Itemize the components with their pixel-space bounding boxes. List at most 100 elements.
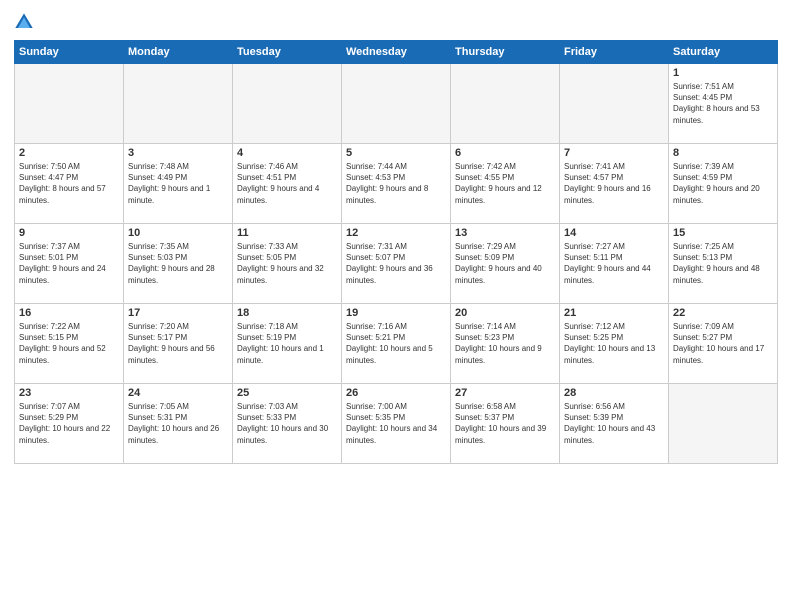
calendar-cell xyxy=(560,64,669,144)
day-number: 28 xyxy=(564,387,664,399)
calendar-cell: 11 Sunrise: 7:33 AMSunset: 5:05 PMDayligh… xyxy=(233,224,342,304)
day-info: Sunrise: 7:14 AMSunset: 5:23 PMDaylight:… xyxy=(455,322,542,365)
day-info: Sunrise: 7:03 AMSunset: 5:33 PMDaylight:… xyxy=(237,402,328,445)
page: SundayMondayTuesdayWednesdayThursdayFrid… xyxy=(0,0,792,612)
weekday-header-tuesday: Tuesday xyxy=(233,41,342,64)
day-info: Sunrise: 7:22 AMSunset: 5:15 PMDaylight:… xyxy=(19,322,106,365)
day-info: Sunrise: 7:18 AMSunset: 5:19 PMDaylight:… xyxy=(237,322,324,365)
day-info: Sunrise: 7:50 AMSunset: 4:47 PMDaylight:… xyxy=(19,162,106,205)
header xyxy=(14,12,778,32)
day-number: 18 xyxy=(237,307,337,319)
day-info: Sunrise: 7:07 AMSunset: 5:29 PMDaylight:… xyxy=(19,402,110,445)
day-info: Sunrise: 7:35 AMSunset: 5:03 PMDaylight:… xyxy=(128,242,215,285)
day-info: Sunrise: 7:29 AMSunset: 5:09 PMDaylight:… xyxy=(455,242,542,285)
calendar-cell xyxy=(233,64,342,144)
weekday-header-sunday: Sunday xyxy=(15,41,124,64)
day-info: Sunrise: 7:20 AMSunset: 5:17 PMDaylight:… xyxy=(128,322,215,365)
day-number: 20 xyxy=(455,307,555,319)
calendar-cell: 16Sunrise: 7:22 AMSunset: 5:15 PMDayligh… xyxy=(15,304,124,384)
day-number: 24 xyxy=(128,387,228,399)
day-info: Sunrise: 7:05 AMSunset: 5:31 PMDaylight:… xyxy=(128,402,219,445)
day-info: Sunrise: 7:12 AMSunset: 5:25 PMDaylight:… xyxy=(564,322,655,365)
calendar-cell: 2 Sunrise: 7:50 AMSunset: 4:47 PMDaylight… xyxy=(15,144,124,224)
calendar-cell xyxy=(669,384,778,464)
day-number: 14 xyxy=(564,227,664,239)
day-number: 9 xyxy=(19,227,119,239)
day-info: Sunrise: 7:41 AMSunset: 4:57 PMDaylight:… xyxy=(564,162,651,205)
day-info: Sunrise: 7:00 AMSunset: 5:35 PMDaylight:… xyxy=(346,402,437,445)
calendar-cell: 13 Sunrise: 7:29 AMSunset: 5:09 PMDayligh… xyxy=(451,224,560,304)
day-info: Sunrise: 7:51 AMSunset: 4:45 PMDaylight:… xyxy=(673,82,760,125)
day-number: 27 xyxy=(455,387,555,399)
calendar-cell: 20 Sunrise: 7:14 AMSunset: 5:23 PMDayligh… xyxy=(451,304,560,384)
calendar-cell: 21 Sunrise: 7:12 AMSunset: 5:25 PMDayligh… xyxy=(560,304,669,384)
calendar-cell: 25 Sunrise: 7:03 AMSunset: 5:33 PMDayligh… xyxy=(233,384,342,464)
week-row-2: 2 Sunrise: 7:50 AMSunset: 4:47 PMDaylight… xyxy=(15,144,778,224)
logo xyxy=(14,12,37,32)
day-info: Sunrise: 7:25 AMSunset: 5:13 PMDaylight:… xyxy=(673,242,760,285)
week-row-1: 1 Sunrise: 7:51 AMSunset: 4:45 PMDaylight… xyxy=(15,64,778,144)
day-info: Sunrise: 7:44 AMSunset: 4:53 PMDaylight:… xyxy=(346,162,428,205)
calendar-cell: 26 Sunrise: 7:00 AMSunset: 5:35 PMDayligh… xyxy=(342,384,451,464)
day-number: 19 xyxy=(346,307,446,319)
day-info: Sunrise: 6:56 AMSunset: 5:39 PMDaylight:… xyxy=(564,402,655,445)
day-number: 11 xyxy=(237,227,337,239)
calendar: SundayMondayTuesdayWednesdayThursdayFrid… xyxy=(14,40,778,464)
day-number: 7 xyxy=(564,147,664,159)
calendar-cell xyxy=(451,64,560,144)
calendar-cell: 17Sunrise: 7:20 AMSunset: 5:17 PMDayligh… xyxy=(124,304,233,384)
day-number: 15 xyxy=(673,227,773,239)
weekday-header-thursday: Thursday xyxy=(451,41,560,64)
day-info: Sunrise: 7:09 AMSunset: 5:27 PMDaylight:… xyxy=(673,322,764,365)
calendar-cell: 28 Sunrise: 6:56 AMSunset: 5:39 PMDayligh… xyxy=(560,384,669,464)
day-number: 3 xyxy=(128,147,228,159)
day-info: Sunrise: 6:58 AMSunset: 5:37 PMDaylight:… xyxy=(455,402,546,445)
day-number: 2 xyxy=(19,147,119,159)
logo-icon xyxy=(14,12,34,32)
day-info: Sunrise: 7:33 AMSunset: 5:05 PMDaylight:… xyxy=(237,242,324,285)
calendar-cell: 9 Sunrise: 7:37 AMSunset: 5:01 PMDaylight… xyxy=(15,224,124,304)
weekday-header-saturday: Saturday xyxy=(669,41,778,64)
day-number: 6 xyxy=(455,147,555,159)
day-number: 21 xyxy=(564,307,664,319)
day-number: 23 xyxy=(19,387,119,399)
day-info: Sunrise: 7:16 AMSunset: 5:21 PMDaylight:… xyxy=(346,322,433,365)
calendar-cell: 7 Sunrise: 7:41 AMSunset: 4:57 PMDaylight… xyxy=(560,144,669,224)
calendar-cell: 1 Sunrise: 7:51 AMSunset: 4:45 PMDaylight… xyxy=(669,64,778,144)
day-number: 22 xyxy=(673,307,773,319)
weekday-header-friday: Friday xyxy=(560,41,669,64)
calendar-cell: 27 Sunrise: 6:58 AMSunset: 5:37 PMDayligh… xyxy=(451,384,560,464)
day-number: 25 xyxy=(237,387,337,399)
calendar-cell xyxy=(124,64,233,144)
day-info: Sunrise: 7:31 AMSunset: 5:07 PMDaylight:… xyxy=(346,242,433,285)
day-info: Sunrise: 7:46 AMSunset: 4:51 PMDaylight:… xyxy=(237,162,319,205)
week-row-5: 23 Sunrise: 7:07 AMSunset: 5:29 PMDayligh… xyxy=(15,384,778,464)
calendar-cell: 6 Sunrise: 7:42 AMSunset: 4:55 PMDaylight… xyxy=(451,144,560,224)
calendar-cell: 24 Sunrise: 7:05 AMSunset: 5:31 PMDayligh… xyxy=(124,384,233,464)
day-info: Sunrise: 7:48 AMSunset: 4:49 PMDaylight:… xyxy=(128,162,210,205)
calendar-cell: 15 Sunrise: 7:25 AMSunset: 5:13 PMDayligh… xyxy=(669,224,778,304)
day-info: Sunrise: 7:37 AMSunset: 5:01 PMDaylight:… xyxy=(19,242,106,285)
week-row-4: 16Sunrise: 7:22 AMSunset: 5:15 PMDayligh… xyxy=(15,304,778,384)
calendar-cell: 19 Sunrise: 7:16 AMSunset: 5:21 PMDayligh… xyxy=(342,304,451,384)
calendar-cell: 12Sunrise: 7:31 AMSunset: 5:07 PMDayligh… xyxy=(342,224,451,304)
calendar-cell: 23 Sunrise: 7:07 AMSunset: 5:29 PMDayligh… xyxy=(15,384,124,464)
calendar-cell: 22 Sunrise: 7:09 AMSunset: 5:27 PMDayligh… xyxy=(669,304,778,384)
weekday-header-monday: Monday xyxy=(124,41,233,64)
calendar-cell xyxy=(15,64,124,144)
day-number: 13 xyxy=(455,227,555,239)
day-number: 8 xyxy=(673,147,773,159)
day-number: 4 xyxy=(237,147,337,159)
day-number: 26 xyxy=(346,387,446,399)
day-info: Sunrise: 7:39 AMSunset: 4:59 PMDaylight:… xyxy=(673,162,760,205)
calendar-cell: 4 Sunrise: 7:46 AMSunset: 4:51 PMDaylight… xyxy=(233,144,342,224)
week-row-3: 9 Sunrise: 7:37 AMSunset: 5:01 PMDaylight… xyxy=(15,224,778,304)
day-number: 5 xyxy=(346,147,446,159)
day-number: 1 xyxy=(673,67,773,79)
weekday-header-row: SundayMondayTuesdayWednesdayThursdayFrid… xyxy=(15,41,778,64)
day-info: Sunrise: 7:42 AMSunset: 4:55 PMDaylight:… xyxy=(455,162,542,205)
day-number: 10 xyxy=(128,227,228,239)
calendar-cell: 18 Sunrise: 7:18 AMSunset: 5:19 PMDayligh… xyxy=(233,304,342,384)
day-info: Sunrise: 7:27 AMSunset: 5:11 PMDaylight:… xyxy=(564,242,651,285)
calendar-cell: 10 Sunrise: 7:35 AMSunset: 5:03 PMDayligh… xyxy=(124,224,233,304)
